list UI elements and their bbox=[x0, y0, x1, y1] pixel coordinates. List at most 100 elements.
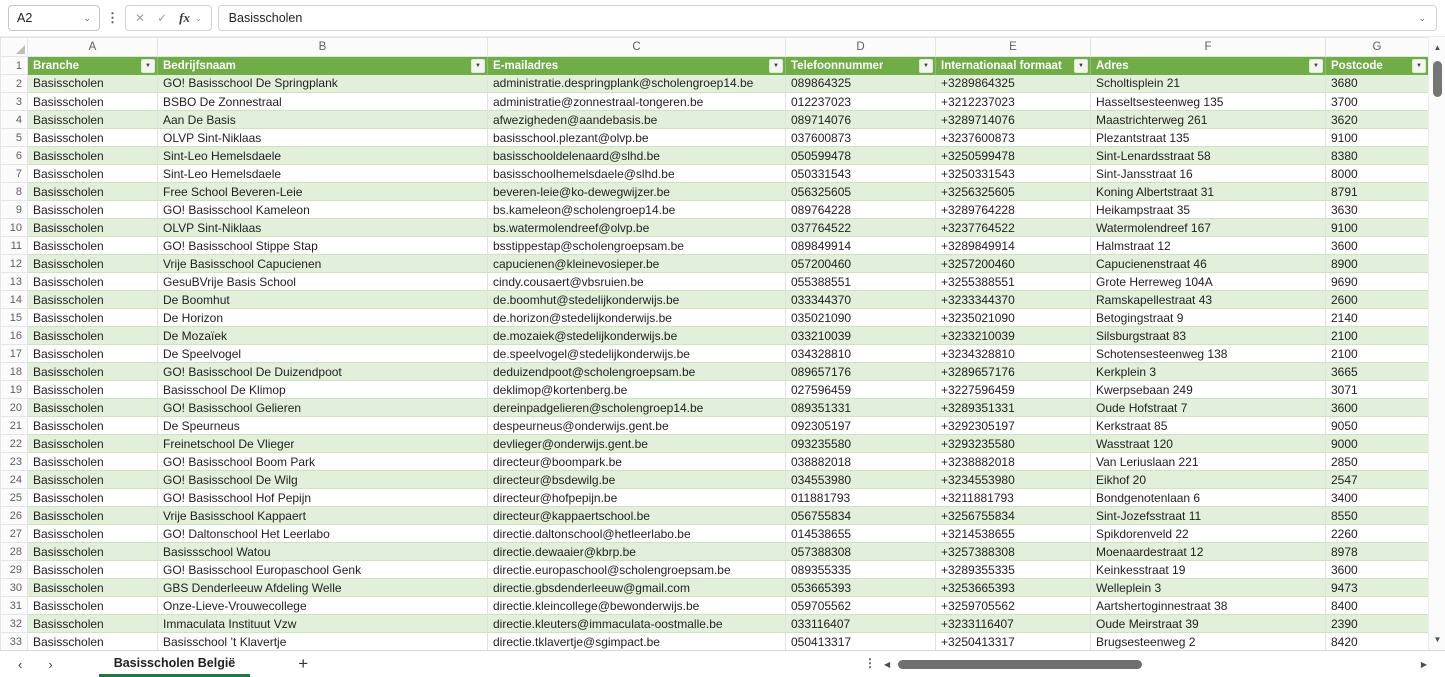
table-cell[interactable]: cindy.cousaert@vbsruien.be bbox=[488, 273, 786, 291]
row-number[interactable]: 30 bbox=[1, 579, 28, 597]
table-cell[interactable]: Halmstraat 12 bbox=[1091, 237, 1326, 255]
table-cell[interactable]: Sint-Jozefsstraat 11 bbox=[1091, 507, 1326, 525]
add-sheet-button[interactable]: + bbox=[298, 654, 308, 674]
table-cell[interactable]: Keinkesstraat 19 bbox=[1091, 561, 1326, 579]
table-cell[interactable]: +3233344370 bbox=[936, 291, 1091, 309]
row-number[interactable]: 12 bbox=[1, 255, 28, 273]
table-cell[interactable]: 053665393 bbox=[786, 579, 936, 597]
table-cell[interactable]: Brugsesteenweg 2 bbox=[1091, 633, 1326, 651]
table-cell[interactable]: 033116407 bbox=[786, 615, 936, 633]
table-cell[interactable]: Watermolendreef 167 bbox=[1091, 219, 1326, 237]
vertical-scrollbar-thumb[interactable] bbox=[1433, 61, 1442, 97]
table-cell[interactable]: Basisscholen bbox=[28, 507, 158, 525]
table-cell[interactable]: basisschoolhemelsdaele@slhd.be bbox=[488, 165, 786, 183]
table-cell[interactable]: +3250331543 bbox=[936, 165, 1091, 183]
table-cell[interactable]: 034553980 bbox=[786, 471, 936, 489]
row-number[interactable]: 22 bbox=[1, 435, 28, 453]
row-number[interactable]: 7 bbox=[1, 165, 28, 183]
table-cell[interactable]: Ramskapellestraat 43 bbox=[1091, 291, 1326, 309]
table-cell[interactable]: Welleplein 3 bbox=[1091, 579, 1326, 597]
filter-dropdown-button[interactable]: ▼ bbox=[1309, 59, 1323, 73]
table-cell[interactable]: GO! Basisschool Hof Pepijn bbox=[158, 489, 488, 507]
table-cell[interactable]: 9473 bbox=[1326, 579, 1429, 597]
table-column-header[interactable]: Telefoonnummer▼ bbox=[786, 57, 936, 75]
table-cell[interactable]: Basisscholen bbox=[28, 615, 158, 633]
table-cell[interactable]: Silsburgstraat 83 bbox=[1091, 327, 1326, 345]
table-cell[interactable]: 2390 bbox=[1326, 615, 1429, 633]
table-cell[interactable]: Sint-Lenardsstraat 58 bbox=[1091, 147, 1326, 165]
table-cell[interactable]: +3293235580 bbox=[936, 435, 1091, 453]
column-letter-b[interactable]: B bbox=[158, 38, 488, 57]
table-cell[interactable]: 8900 bbox=[1326, 255, 1429, 273]
table-cell[interactable]: de.speelvogel@stedelijkonderwijs.be bbox=[488, 345, 786, 363]
table-cell[interactable]: Immaculata Instituut Vzw bbox=[158, 615, 488, 633]
table-cell[interactable]: Basisscholen bbox=[28, 525, 158, 543]
table-cell[interactable]: Basisscholen bbox=[28, 147, 158, 165]
table-cell[interactable]: 2100 bbox=[1326, 345, 1429, 363]
expand-formula-bar-icon[interactable]: ⌄ bbox=[1418, 13, 1426, 24]
table-cell[interactable]: 8380 bbox=[1326, 147, 1429, 165]
row-number[interactable]: 15 bbox=[1, 309, 28, 327]
table-cell[interactable]: Kerkplein 3 bbox=[1091, 363, 1326, 381]
table-cell[interactable]: Basisscholen bbox=[28, 93, 158, 111]
table-cell[interactable]: 3620 bbox=[1326, 111, 1429, 129]
row-number[interactable]: 5 bbox=[1, 129, 28, 147]
table-cell[interactable]: directie.daltonschool@hetleerlabo.be bbox=[488, 525, 786, 543]
table-cell[interactable]: de.horizon@stedelijkonderwijs.be bbox=[488, 309, 786, 327]
table-cell[interactable]: Freinetschool De Vlieger bbox=[158, 435, 488, 453]
table-cell[interactable]: Basissschool Watou bbox=[158, 543, 488, 561]
table-cell[interactable]: 3071 bbox=[1326, 381, 1429, 399]
table-cell[interactable]: De Boomhut bbox=[158, 291, 488, 309]
table-cell[interactable]: Moenaardestraat 12 bbox=[1091, 543, 1326, 561]
table-column-header[interactable]: Bedrijfsnaam▼ bbox=[158, 57, 488, 75]
table-cell[interactable]: 9000 bbox=[1326, 435, 1429, 453]
table-cell[interactable]: directeur@bsdewilg.be bbox=[488, 471, 786, 489]
table-cell[interactable]: +3234553980 bbox=[936, 471, 1091, 489]
table-cell[interactable]: Onze-Lieve-Vrouwecollege bbox=[158, 597, 488, 615]
scroll-right-icon[interactable]: ▶ bbox=[1421, 660, 1427, 669]
table-cell[interactable]: 038882018 bbox=[786, 453, 936, 471]
table-cell[interactable]: Basisscholen bbox=[28, 219, 158, 237]
scroll-down-icon[interactable]: ▼ bbox=[1429, 635, 1445, 644]
table-cell[interactable]: Koning Albertstraat 31 bbox=[1091, 183, 1326, 201]
tab-basisscholen-belgie[interactable]: Basisscholen België bbox=[99, 651, 251, 677]
table-cell[interactable]: 056755834 bbox=[786, 507, 936, 525]
table-cell[interactable]: Basisschool ’t Klavertje bbox=[158, 633, 488, 651]
row-number[interactable]: 19 bbox=[1, 381, 28, 399]
vertical-scrollbar[interactable]: ▲ ▼ bbox=[1428, 37, 1445, 650]
table-cell[interactable]: De Speurneus bbox=[158, 417, 488, 435]
confirm-entry-icon[interactable]: ✓ bbox=[157, 11, 167, 25]
table-cell[interactable]: Basisscholen bbox=[28, 345, 158, 363]
table-cell[interactable]: administratie.despringplank@scholengroep… bbox=[488, 75, 786, 93]
table-cell[interactable]: 037600873 bbox=[786, 129, 936, 147]
table-cell[interactable]: 3600 bbox=[1326, 399, 1429, 417]
table-cell[interactable]: Vrije Basisschool Capucienen bbox=[158, 255, 488, 273]
table-cell[interactable]: 2140 bbox=[1326, 309, 1429, 327]
table-cell[interactable]: 9100 bbox=[1326, 219, 1429, 237]
table-cell[interactable]: Vrije Basisschool Kappaert bbox=[158, 507, 488, 525]
table-cell[interactable]: Eikhof 20 bbox=[1091, 471, 1326, 489]
table-cell[interactable]: 037764522 bbox=[786, 219, 936, 237]
scroll-left-icon[interactable]: ◀ bbox=[884, 660, 890, 669]
table-cell[interactable]: Spikdorenveld 22 bbox=[1091, 525, 1326, 543]
table-cell[interactable]: +3255388551 bbox=[936, 273, 1091, 291]
table-column-header[interactable]: Adres▼ bbox=[1091, 57, 1326, 75]
table-cell[interactable]: GO! Basisschool Gelieren bbox=[158, 399, 488, 417]
table-cell[interactable]: Sint-Jansstraat 16 bbox=[1091, 165, 1326, 183]
table-cell[interactable]: 089355335 bbox=[786, 561, 936, 579]
table-cell[interactable]: +3289351331 bbox=[936, 399, 1091, 417]
table-cell[interactable]: 3680 bbox=[1326, 75, 1429, 93]
table-cell[interactable]: 056325605 bbox=[786, 183, 936, 201]
table-cell[interactable]: de.mozaiek@stedelijkonderwijs.be bbox=[488, 327, 786, 345]
table-cell[interactable]: Grote Herreweg 104A bbox=[1091, 273, 1326, 291]
table-cell[interactable]: Basisscholen bbox=[28, 633, 158, 651]
table-cell[interactable]: 057200460 bbox=[786, 255, 936, 273]
table-cell[interactable]: +3212237023 bbox=[936, 93, 1091, 111]
table-cell[interactable]: dereinpadgelieren@scholengroep14.be bbox=[488, 399, 786, 417]
column-letter-f[interactable]: F bbox=[1091, 38, 1326, 57]
table-cell[interactable]: 9100 bbox=[1326, 129, 1429, 147]
table-cell[interactable]: Basisscholen bbox=[28, 111, 158, 129]
table-cell[interactable]: +3289355335 bbox=[936, 561, 1091, 579]
insert-function-icon[interactable]: fx bbox=[179, 10, 190, 26]
table-cell[interactable]: 2260 bbox=[1326, 525, 1429, 543]
